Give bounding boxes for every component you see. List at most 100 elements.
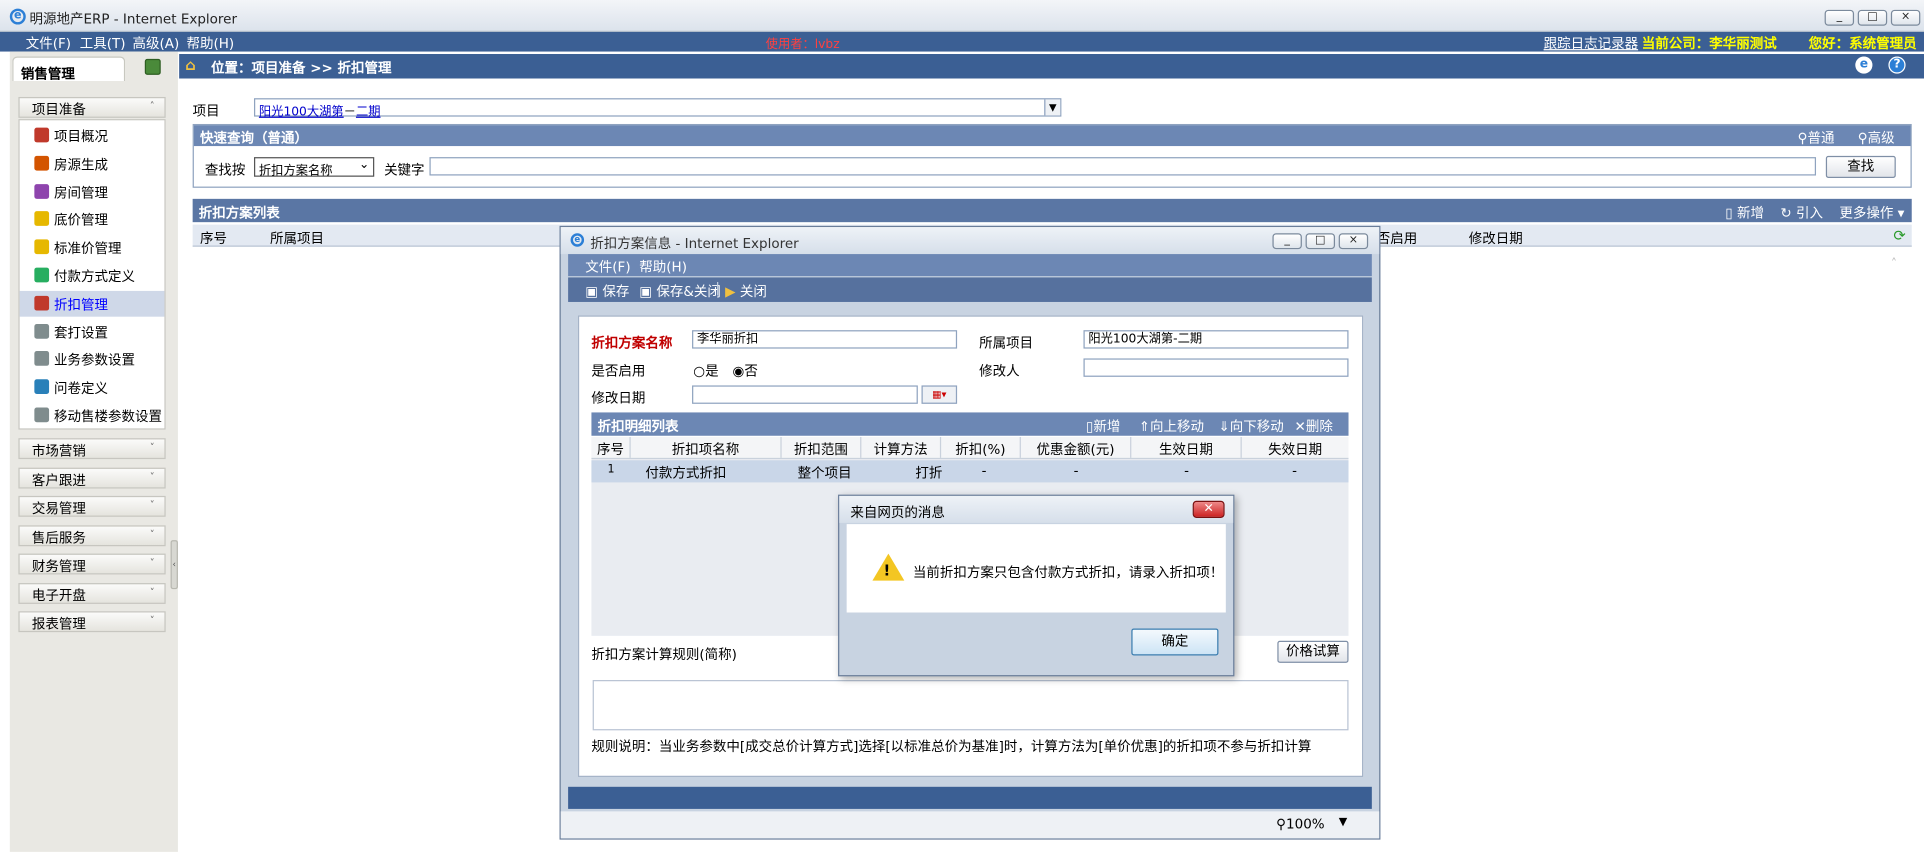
move-down-button[interactable]: ⇓向下移动 bbox=[1218, 416, 1283, 436]
sidebar-item[interactable]: 项目概况 bbox=[20, 123, 165, 149]
table-row[interactable]: 1 付款方式折扣 整个项目 打折 - - - - bbox=[591, 460, 1349, 483]
alert-ok-button[interactable]: 确定 bbox=[1131, 628, 1219, 656]
delete-button[interactable]: ✕删除 bbox=[1295, 416, 1333, 436]
keyword-input[interactable] bbox=[429, 157, 1817, 176]
minimize-button[interactable]: _ bbox=[1824, 9, 1855, 26]
owner-project-field: 阳光100大湖第-二期 bbox=[1083, 330, 1349, 349]
trace-log-link[interactable]: 跟踪日志记录器 bbox=[1544, 33, 1638, 53]
help-icon[interactable]: ? bbox=[1888, 56, 1906, 74]
menu-advanced[interactable]: 高级(A) bbox=[133, 33, 180, 53]
nav-group-label: 客户跟进 bbox=[31, 471, 86, 488]
collapse-sidebar-handle[interactable]: ‹ bbox=[170, 540, 178, 590]
nav-group[interactable]: 客户跟进 ˅ bbox=[18, 467, 166, 488]
nav-group-label: 市场营销 bbox=[31, 443, 86, 460]
calc-rule-textarea[interactable] bbox=[592, 680, 1349, 731]
detail-col-name: 折扣项名称 bbox=[631, 436, 782, 458]
enabled-no-option[interactable]: ◉否 bbox=[733, 361, 758, 381]
ie-icon: e bbox=[9, 8, 26, 25]
menu-item-icon bbox=[34, 127, 50, 143]
list-import-button[interactable]: ↻ 引入 bbox=[1780, 203, 1823, 223]
search-mode-normal[interactable]: ⚲普通 bbox=[1798, 128, 1835, 148]
alert-close-button[interactable]: ✕ bbox=[1192, 500, 1225, 518]
chevron-down-icon: ˅ bbox=[149, 586, 155, 598]
detail-new-button[interactable]: ▯新增 bbox=[1086, 416, 1120, 436]
close-dialog-button[interactable]: ▶ 关闭 bbox=[725, 281, 767, 301]
row-method: 打折 bbox=[915, 465, 943, 482]
move-up-button[interactable]: ⇑向上移动 bbox=[1139, 416, 1204, 436]
modifier-label: 修改人 bbox=[979, 363, 1020, 380]
nav-group[interactable]: 市场营销 ˅ bbox=[18, 438, 166, 460]
nav-group-label: 电子开盘 bbox=[31, 587, 86, 604]
nav-group[interactable]: 报表管理 ˅ bbox=[18, 611, 166, 633]
sidebar-item[interactable]: 底价管理 bbox=[20, 207, 165, 233]
refresh-page-icon[interactable]: e bbox=[1855, 56, 1873, 74]
sidebar-item[interactable]: 房源生成 bbox=[20, 151, 165, 177]
find-by-select[interactable]: 折扣方案名称 ⌄ bbox=[253, 157, 375, 178]
search-mode-advanced[interactable]: ⚲高级 bbox=[1858, 128, 1895, 148]
project-link-phase[interactable]: 二期 bbox=[356, 106, 381, 120]
dialog-menu-file[interactable]: 文件(F) bbox=[585, 257, 630, 277]
detail-col-amount: 优惠金额(元) bbox=[1021, 436, 1132, 458]
alert-message: 当前折扣方案只包含付款方式折扣，请录入折扣项！ bbox=[912, 564, 1224, 581]
close-window-button[interactable]: × bbox=[1890, 9, 1921, 26]
dialog-maximize-button[interactable]: □ bbox=[1305, 233, 1336, 250]
sidebar-item[interactable]: 折扣管理 bbox=[19, 290, 165, 317]
nav-group-project-prep[interactable]: 项目准备 ˄ bbox=[18, 96, 166, 118]
breadcrumb-bar: ⌂ 位置：项目准备 >> 折扣管理 e ? bbox=[179, 54, 1924, 79]
detail-col-method: 计算方法 bbox=[861, 436, 942, 458]
switch-module-icon[interactable] bbox=[144, 58, 161, 75]
alert-title-bar: 来自网页的消息 ✕ bbox=[839, 495, 1234, 523]
scroll-up-icon[interactable]: ˄ bbox=[1891, 258, 1897, 272]
row-start: - bbox=[1184, 462, 1189, 479]
home-icon: ⌂ bbox=[185, 56, 196, 74]
nav-group[interactable]: 财务管理 ˅ bbox=[18, 553, 166, 575]
menu-file[interactable]: 文件(F) bbox=[26, 33, 71, 53]
list-more-actions[interactable]: 更多操作 ▾ bbox=[1839, 203, 1904, 223]
ie-icon: e bbox=[570, 233, 585, 247]
nav-group[interactable]: 售后服务 ˅ bbox=[18, 524, 166, 546]
chevron-down-icon[interactable]: ▼ bbox=[1044, 99, 1061, 116]
nav-group[interactable]: 交易管理 ˅ bbox=[18, 495, 166, 517]
refresh-icon[interactable]: ⟳ bbox=[1893, 227, 1905, 244]
sidebar-item[interactable]: 问卷定义 bbox=[20, 375, 165, 401]
col-seq: 序号 bbox=[200, 230, 228, 247]
nav-group[interactable]: 电子开盘 ˅ bbox=[18, 582, 166, 604]
calendar-icon[interactable]: ▦▾ bbox=[921, 385, 958, 404]
menu-tools[interactable]: 工具(T) bbox=[80, 33, 126, 53]
maximize-button[interactable]: □ bbox=[1857, 9, 1888, 26]
module-tab-sales[interactable]: 销售管理 bbox=[12, 56, 126, 82]
search-button[interactable]: 查找 bbox=[1825, 155, 1896, 178]
chevron-down-icon[interactable]: ▼ bbox=[1339, 816, 1347, 828]
enabled-yes-option[interactable]: ○是 bbox=[693, 361, 718, 381]
price-trial-button[interactable]: 价格试算 bbox=[1277, 640, 1349, 663]
window-title-bar: e 明源地产ERP - Internet Explorer _ □ × bbox=[0, 0, 1924, 32]
delete-label: 删除 bbox=[1305, 418, 1333, 435]
sidebar-item-label: 问卷定义 bbox=[53, 380, 108, 397]
save-close-icon: ▣ bbox=[639, 283, 653, 300]
sidebar-item-label: 套打设置 bbox=[53, 324, 108, 341]
nav-group-label: 财务管理 bbox=[31, 558, 86, 575]
sidebar-item[interactable]: 付款方式定义 bbox=[20, 263, 165, 289]
project-select[interactable]: 阳光100大湖第－二期 ▼ bbox=[253, 98, 1062, 119]
sidebar-item[interactable]: 业务参数设置 bbox=[20, 347, 165, 373]
save-button[interactable]: ▣ 保存 bbox=[585, 281, 629, 301]
menu-help[interactable]: 帮助(H) bbox=[187, 33, 235, 53]
sidebar-item-label: 项目概况 bbox=[53, 128, 108, 145]
row-range: 整个项目 bbox=[797, 465, 852, 482]
modified-date-input[interactable] bbox=[692, 385, 918, 404]
scheme-name-input[interactable]: 李华丽折扣 bbox=[692, 330, 958, 349]
save-close-button[interactable]: ▣ 保存&关闭 bbox=[639, 281, 721, 301]
dialog-menu-help[interactable]: 帮助(H) bbox=[639, 257, 687, 277]
project-link-name[interactable]: 阳光100大湖第 bbox=[259, 106, 344, 120]
sidebar-item[interactable]: 套打设置 bbox=[20, 319, 165, 345]
row-end: - bbox=[1292, 462, 1297, 479]
sidebar-item[interactable]: 房间管理 bbox=[20, 179, 165, 205]
detail-col-range: 折扣范围 bbox=[782, 436, 862, 458]
detail-new-label: 新增 bbox=[1093, 418, 1121, 435]
dialog-close-button[interactable]: × bbox=[1338, 233, 1369, 250]
zoom-level[interactable]: ⚲100% bbox=[1276, 816, 1324, 832]
sidebar-item[interactable]: 移动售楼参数设置 bbox=[20, 403, 165, 429]
dialog-minimize-button[interactable]: _ bbox=[1272, 233, 1302, 250]
list-new-button[interactable]: ▯ 新增 bbox=[1725, 203, 1764, 223]
sidebar-item[interactable]: 标准价管理 bbox=[20, 235, 165, 261]
